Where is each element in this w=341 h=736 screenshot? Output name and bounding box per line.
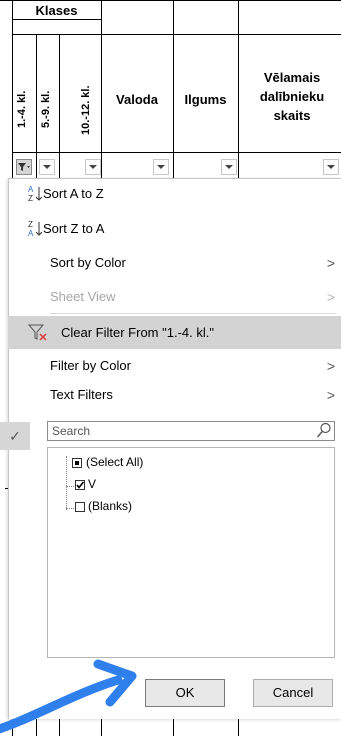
menu-item-label: Sort Z to A [43,221,105,236]
checkmark-icon: ✓ [0,422,30,450]
submenu-arrow-icon: > [326,289,335,305]
grid-line [12,152,341,153]
grid-line [12,19,101,20]
menu-item-label: Sheet View [50,289,116,304]
filter-button-1-4[interactable] [16,159,32,175]
grid-line [59,34,60,178]
grid-line [0,0,341,1]
grid-line [173,0,174,178]
filter-button-valoda[interactable] [153,159,169,175]
menu-item-clear-filter[interactable]: Clear Filter From "1.-4. kl." [8,316,341,349]
list-item-v: V [88,477,97,491]
search-input[interactable]: Search [47,421,335,441]
menu-item-sort-a-z[interactable]: A Z Sort A to Z [8,178,341,210]
search-placeholder: Search [52,424,91,438]
svg-text:Z: Z [28,220,33,229]
column-header-1-4: 1.-4. kl. [16,90,28,128]
menu-item-sheet-view: Sheet View > [8,281,341,313]
clear-filter-icon [28,324,47,341]
select-all-checkbox[interactable] [72,458,82,468]
menu-item-label: Text Filters [50,387,113,402]
filter-button-10-12[interactable] [85,159,101,175]
menu-item-label: Sort A to Z [43,186,104,201]
sort-ascending-icon: A Z [28,185,43,203]
check-icon [76,481,85,489]
chevron-down-icon [157,165,165,169]
ok-button[interactable]: OK [145,679,225,707]
grid-line [12,34,341,35]
menu-item-label: Clear Filter From "1.-4. kl." [61,325,214,340]
group-header-klases: Klases [35,3,78,18]
column-header-valoda: Valoda [116,92,158,107]
values-list: (Select All) V (Blanks) [47,447,335,658]
submenu-arrow-icon: > [326,255,335,271]
svg-text:A: A [28,229,34,238]
filter-button-velamais[interactable] [323,159,339,175]
value-blanks-checkbox[interactable] [75,502,85,512]
menu-item-label: Filter by Color [50,358,131,373]
grid-line [101,0,102,178]
partial-check-icon [75,461,79,465]
svg-text:A: A [28,185,34,194]
column-header-velamais: Vēlamais dalībnieku skaits [259,70,325,123]
list-item-blanks: (Blanks) [88,499,133,513]
menu-item-filter-by-color[interactable]: Filter by Color > [8,350,341,382]
menu-item-text-filters[interactable]: Text Filters > [8,379,341,411]
menu-item-sort-by-color[interactable]: Sort by Color > [8,247,341,279]
chevron-down-icon [225,165,233,169]
arrow-annotation-icon [0,659,137,734]
filter-button-ilgums[interactable] [221,159,237,175]
chevron-down-icon [43,165,51,169]
cancel-button[interactable]: Cancel [253,679,333,707]
menu-separator [50,313,336,314]
column-header-ilgums: Ilgums [184,92,227,107]
grid-line [238,0,239,178]
chevron-down-icon [89,165,97,169]
grid-line [36,34,37,178]
grid-line [173,718,174,736]
menu-item-sort-z-a[interactable]: Z A Sort Z to A [8,213,341,245]
tree-line [66,456,67,510]
submenu-arrow-icon: > [326,387,335,403]
list-item-select-all: (Select All) [86,455,144,469]
column-header-5-9: 5.-9. kl. [40,90,52,128]
chevron-down-icon [327,165,335,169]
svg-text:Z: Z [28,194,33,203]
column-header-10-12: 10.-12. kl. [80,85,92,135]
submenu-arrow-icon: > [326,358,335,374]
filter-active-icon [18,163,30,171]
value-v-checkbox[interactable] [75,480,85,490]
grid-line [238,718,239,736]
filter-button-5-9[interactable] [39,159,55,175]
menu-item-label: Sort by Color [50,255,126,270]
search-icon [316,422,331,438]
sort-descending-icon: Z A [28,220,43,238]
